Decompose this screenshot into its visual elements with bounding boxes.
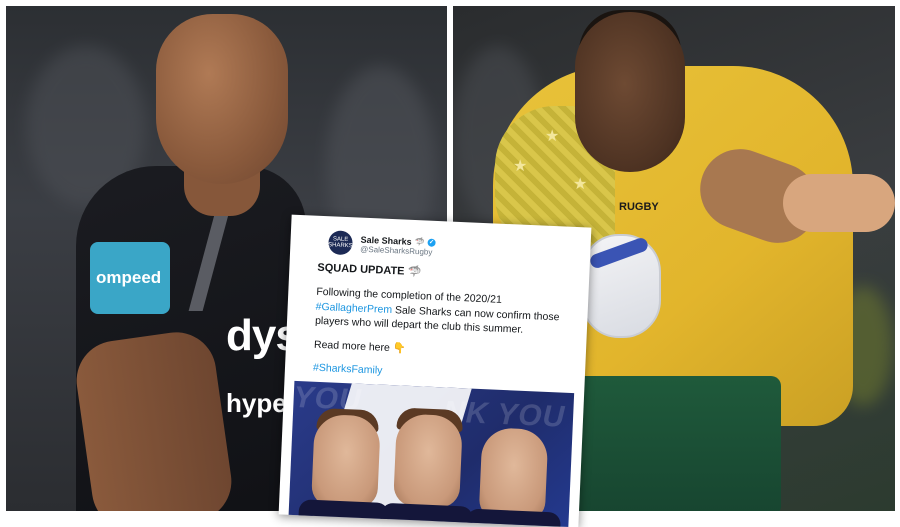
player-shirt <box>465 508 561 527</box>
player-shirt <box>379 502 474 527</box>
shark-icon: 🦈 <box>414 236 425 247</box>
player-shorts <box>561 376 781 511</box>
sleeve-logo-text: ompeed <box>96 268 162 287</box>
player-head <box>575 12 685 172</box>
tweet-handle: @SaleSharksRugby <box>360 244 433 257</box>
tweet-title: SQUAD UPDATE 🦈 <box>317 261 422 279</box>
pointing-down-icon: 👇 <box>392 341 407 355</box>
shark-icon: 🦈 <box>407 265 422 279</box>
opponent-forearm <box>783 174 895 232</box>
tweet-paragraph: Following the completion of the 2020/21 … <box>314 285 560 336</box>
player-face <box>311 413 381 509</box>
player-arm <box>71 327 237 511</box>
star-icon: ★ <box>545 128 560 145</box>
player-face <box>478 427 549 522</box>
star-icon: ★ <box>573 176 588 193</box>
tweet-card: SALE SHARKS Sale Sharks 🦈 ✓ @SaleSharksRu… <box>278 214 592 527</box>
player-shirt <box>297 499 390 527</box>
player-face <box>393 413 464 509</box>
jersey-text: RUGBY <box>619 201 659 213</box>
player-head <box>156 14 288 184</box>
hashtag-link[interactable]: #GallagherPrem <box>315 300 392 315</box>
tweet-body: SQUAD UPDATE 🦈 Following the completion … <box>313 261 580 387</box>
star-icon: ★ <box>513 158 528 175</box>
tweet-media-image[interactable]: YOU NK YOU <box>288 380 575 527</box>
tweet-header: SALE SHARKS Sale Sharks 🦈 ✓ @SaleSharksRu… <box>328 230 436 259</box>
avatar: SALE SHARKS <box>328 230 354 256</box>
read-more-line: Read more here 👇 <box>313 338 407 355</box>
verified-icon: ✓ <box>427 238 436 247</box>
